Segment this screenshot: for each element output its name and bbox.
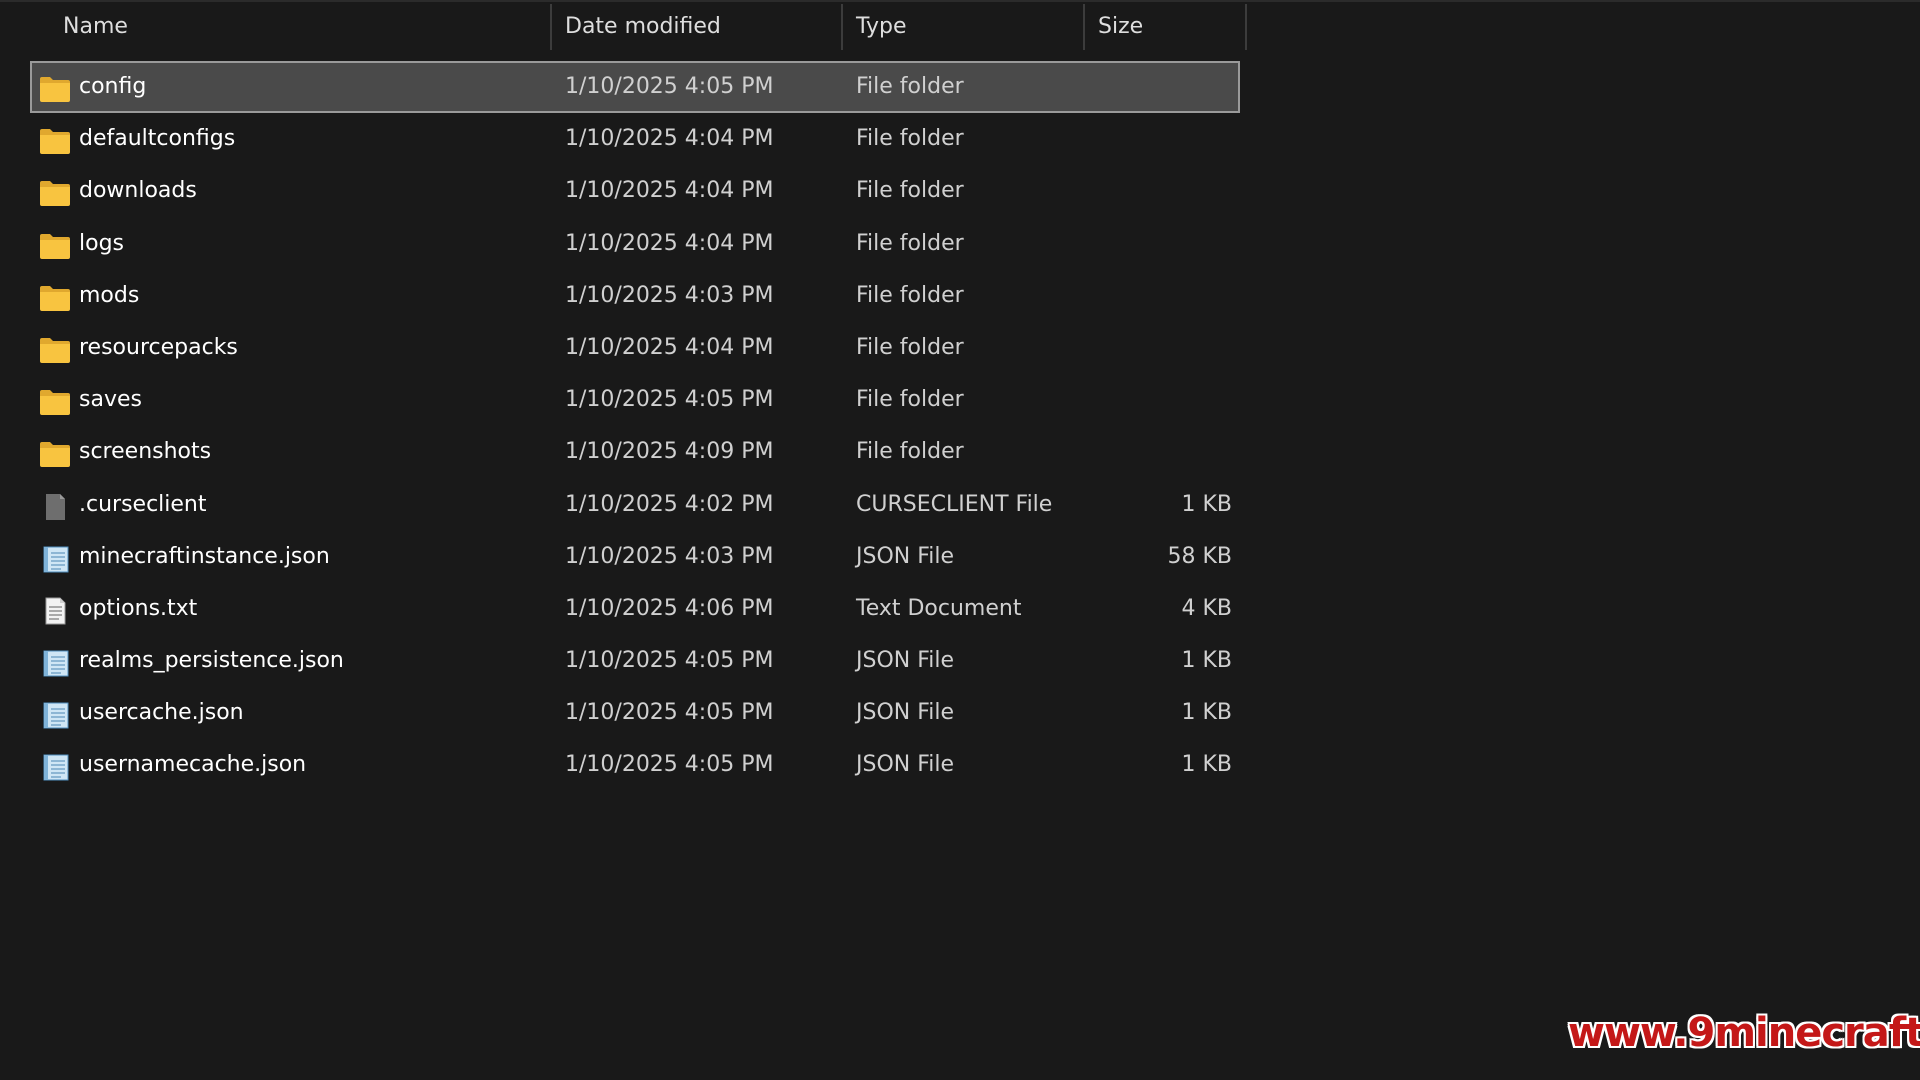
file-name: downloads <box>79 178 197 204</box>
file-name: minecraftinstance.json <box>79 543 330 569</box>
file-name: config <box>79 74 147 99</box>
file-size: 1 KB <box>1181 491 1232 517</box>
column-header-size-label: Size <box>1098 14 1144 39</box>
file-row[interactable]: saves 1/10/2025 4:05 PM File folder <box>30 374 1240 426</box>
json-file-icon <box>39 543 71 573</box>
file-size: 1 KB <box>1181 648 1232 674</box>
file-row[interactable]: .curseclient 1/10/2025 4:02 PM CURSECLIENT… <box>30 479 1240 531</box>
watermark-text: www.9minecraft.net <box>1568 1010 1920 1056</box>
column-header-name-label: Name <box>63 14 128 39</box>
file-row[interactable]: realms_persistence.json 1/10/2025 4:05 PM… <box>30 635 1240 687</box>
file-row[interactable]: config 1/10/2025 4:05 PM File folder <box>30 61 1240 114</box>
folder-icon <box>39 177 71 207</box>
file-row[interactable]: resourcepacks 1/10/2025 4:04 PM File folde… <box>30 322 1240 374</box>
file-date-modified: 1/10/2025 4:06 PM <box>565 595 774 621</box>
file-row[interactable]: logs 1/10/2025 4:04 PM File folder <box>30 218 1240 270</box>
file-row[interactable]: screenshots 1/10/2025 4:09 PM File folder <box>30 426 1240 478</box>
file-size: 58 KB <box>1167 543 1232 569</box>
file-name: resourcepacks <box>79 334 238 360</box>
folder-icon <box>39 334 71 363</box>
file-type: File folder <box>856 439 964 465</box>
file-date-modified: 1/10/2025 4:03 PM <box>565 282 774 308</box>
file-row[interactable]: mods 1/10/2025 4:03 PM File folder <box>30 270 1240 322</box>
file-name: mods <box>79 282 140 308</box>
file-list: config 1/10/2025 4:05 PM File folder defaul… <box>30 61 1240 792</box>
text-document-icon <box>39 595 71 625</box>
file-row[interactable]: usercache.json 1/10/2025 4:05 PM JSON File… <box>30 687 1240 739</box>
file-date-modified: 1/10/2025 4:04 PM <box>565 334 774 360</box>
folder-icon <box>39 230 71 259</box>
column-header-name[interactable]: ^ Name <box>50 0 552 52</box>
file-date-modified: 1/10/2025 4:09 PM <box>565 439 774 465</box>
column-header-size[interactable]: Size <box>1085 2 1247 52</box>
json-file-icon <box>39 699 71 729</box>
file-row[interactable]: defaultconfigs 1/10/2025 4:04 PM File fold… <box>30 113 1240 165</box>
file-date-modified: 1/10/2025 4:05 PM <box>565 700 774 726</box>
file-date-modified: 1/10/2025 4:04 PM <box>565 126 774 152</box>
file-name: screenshots <box>79 439 212 465</box>
file-date-modified: 1/10/2025 4:05 PM <box>565 648 774 674</box>
file-type: File folder <box>856 387 964 413</box>
file-date-modified: 1/10/2025 4:03 PM <box>565 543 774 569</box>
file-size: 1 KB <box>1181 752 1232 778</box>
file-type: JSON File <box>856 700 955 726</box>
json-file-icon <box>39 647 71 677</box>
file-name: saves <box>79 387 142 413</box>
file-row[interactable]: minecraftinstance.json 1/10/2025 4:03 PM J… <box>30 531 1240 583</box>
file-type: File folder <box>856 334 964 360</box>
sort-ascending-icon: ^ <box>290 0 305 8</box>
file-type: JSON File <box>856 648 955 674</box>
file-name: realms_persistence.json <box>79 648 344 674</box>
column-divider[interactable] <box>1245 4 1247 50</box>
file-name: options.txt <box>79 595 198 621</box>
folder-icon <box>39 282 71 311</box>
file-date-modified: 1/10/2025 4:04 PM <box>565 230 774 256</box>
file-size: 4 KB <box>1181 595 1232 621</box>
folder-icon <box>39 438 71 468</box>
file-name: .curseclient <box>79 491 207 517</box>
file-type: File folder <box>856 282 964 308</box>
file-size: 1 KB <box>1181 700 1232 726</box>
folder-icon <box>39 125 71 155</box>
file-type: Text Document <box>856 595 1022 621</box>
file-row[interactable]: downloads 1/10/2025 4:04 PM File folder <box>30 165 1240 217</box>
file-date-modified: 1/10/2025 4:05 PM <box>565 74 774 99</box>
generic-file-icon <box>39 491 71 520</box>
folder-icon <box>39 386 71 416</box>
file-type: JSON File <box>856 543 955 569</box>
file-date-modified: 1/10/2025 4:02 PM <box>565 491 774 517</box>
file-name: logs <box>79 230 124 256</box>
file-type: CURSECLIENT File <box>856 491 1053 517</box>
file-type: File folder <box>856 74 964 99</box>
file-name: usernamecache.json <box>79 752 307 778</box>
file-type: File folder <box>856 178 964 204</box>
file-row[interactable]: options.txt 1/10/2025 4:06 PM Text Documen… <box>30 583 1240 635</box>
json-file-icon <box>39 751 71 781</box>
file-date-modified: 1/10/2025 4:04 PM <box>565 178 774 204</box>
file-type: File folder <box>856 126 964 152</box>
file-type: File folder <box>856 230 964 256</box>
file-name: defaultconfigs <box>79 126 236 152</box>
file-date-modified: 1/10/2025 4:05 PM <box>565 387 774 413</box>
column-header-type[interactable]: Type <box>843 2 1085 52</box>
column-header-bar: ^ Name Date modified Type Size <box>0 0 1920 52</box>
file-explorer-view: ^ Name Date modified Type Size config 1/1… <box>0 0 1920 1080</box>
file-name: usercache.json <box>79 700 244 726</box>
column-header-date-label: Date modified <box>565 14 721 39</box>
file-row[interactable]: usernamecache.json 1/10/2025 4:05 PM JSON … <box>30 739 1240 791</box>
column-header-type-label: Type <box>856 14 907 39</box>
folder-icon <box>39 73 71 102</box>
column-header-date-modified[interactable]: Date modified <box>552 2 843 52</box>
file-type: JSON File <box>856 752 955 778</box>
file-date-modified: 1/10/2025 4:05 PM <box>565 752 774 778</box>
